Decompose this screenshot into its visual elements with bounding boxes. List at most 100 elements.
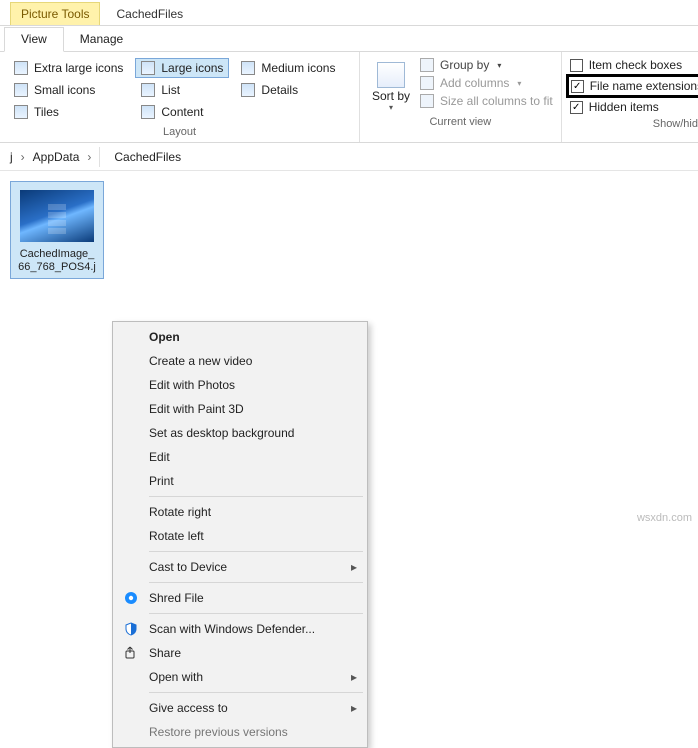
group-by-icon bbox=[420, 58, 434, 72]
large-icons-icon bbox=[141, 61, 155, 75]
menu-open-with-label: Open with bbox=[149, 670, 203, 684]
tab-strip: Picture Tools CachedFiles bbox=[0, 0, 698, 26]
layout-list[interactable]: List bbox=[135, 80, 229, 100]
group-by-button[interactable]: Group by ▾ bbox=[420, 58, 553, 72]
extra-large-icons-icon bbox=[14, 61, 28, 75]
share-icon bbox=[123, 645, 139, 661]
content-icon bbox=[141, 105, 155, 119]
layout-small-icons[interactable]: Small icons bbox=[8, 80, 129, 100]
menu-share-label: Share bbox=[149, 646, 181, 660]
hidden-items-label: Hidden items bbox=[589, 100, 659, 114]
menu-edit[interactable]: Edit bbox=[115, 445, 365, 469]
layout-small-label: Small icons bbox=[34, 83, 95, 97]
group-layout: Extra large icons Small icons Tiles Larg… bbox=[0, 52, 360, 142]
highlight-box: ✓ File name extensions bbox=[566, 74, 698, 98]
add-columns-icon bbox=[420, 76, 434, 90]
item-checkboxes-label: Item check boxes bbox=[589, 58, 682, 72]
layout-tiles[interactable]: Tiles bbox=[8, 102, 129, 122]
menu-give-access-to-label: Give access to bbox=[149, 701, 228, 715]
menu-set-as-desktop-background[interactable]: Set as desktop background bbox=[115, 421, 365, 445]
layout-large-label: Large icons bbox=[161, 61, 223, 75]
menu-scan-with-defender[interactable]: Scan with Windows Defender... bbox=[115, 617, 365, 641]
menu-rotate-right[interactable]: Rotate right bbox=[115, 500, 365, 524]
watermark: wsxdn.com bbox=[637, 512, 692, 524]
layout-extra-large-icons[interactable]: Extra large icons bbox=[8, 58, 129, 78]
menu-separator bbox=[149, 692, 363, 693]
size-columns-icon bbox=[420, 94, 434, 108]
tab-view[interactable]: View bbox=[4, 27, 64, 52]
menu-print-label: Print bbox=[149, 474, 174, 488]
menu-scan-with-defender-label: Scan with Windows Defender... bbox=[149, 622, 315, 636]
contextual-group-label: Picture Tools bbox=[10, 2, 100, 25]
list-icon bbox=[141, 83, 155, 97]
menu-set-as-desktop-background-label: Set as desktop background bbox=[149, 426, 294, 440]
sort-by-button[interactable]: Sort by ▾ bbox=[368, 58, 414, 112]
menu-edit-with-photos-label: Edit with Photos bbox=[149, 378, 235, 392]
shred-icon bbox=[123, 590, 139, 606]
menu-separator bbox=[149, 613, 363, 614]
breadcrumb-seg-2[interactable]: AppData bbox=[29, 148, 84, 166]
ribbon: Extra large icons Small icons Tiles Larg… bbox=[0, 52, 698, 143]
chevron-right-icon[interactable]: › bbox=[19, 150, 27, 164]
menu-create-new-video[interactable]: Create a new video bbox=[115, 349, 365, 373]
menu-edit-label: Edit bbox=[149, 450, 170, 464]
menu-edit-with-paint-3d[interactable]: Edit with Paint 3D bbox=[115, 397, 365, 421]
layout-medium-icons[interactable]: Medium icons bbox=[235, 58, 341, 78]
breadcrumb-seg-3[interactable]: CachedFiles bbox=[110, 148, 185, 166]
menu-restore-previous-versions[interactable]: Restore previous versions bbox=[115, 720, 365, 744]
breadcrumb-seg-1[interactable]: j bbox=[6, 148, 17, 166]
submenu-arrow-icon: ▸ bbox=[351, 701, 357, 715]
layout-extra-large-label: Extra large icons bbox=[34, 61, 123, 75]
medium-icons-icon bbox=[241, 61, 255, 75]
group-current-view: Sort by ▾ Group by ▾ Add columns ▾ Size al… bbox=[360, 52, 562, 142]
menu-shred-file-label: Shred File bbox=[149, 591, 204, 605]
menu-edit-with-paint-3d-label: Edit with Paint 3D bbox=[149, 402, 244, 416]
menu-create-new-video-label: Create a new video bbox=[149, 354, 252, 368]
add-columns-button: Add columns ▾ bbox=[420, 76, 553, 90]
chevron-right-icon[interactable]: › bbox=[85, 150, 93, 164]
layout-medium-label: Medium icons bbox=[261, 61, 335, 75]
file-name-extensions-toggle[interactable]: ✓ File name extensions bbox=[571, 79, 698, 93]
menu-separator bbox=[149, 551, 363, 552]
hidden-items-toggle[interactable]: ✓ Hidden items bbox=[570, 100, 698, 114]
size-all-columns-label: Size all columns to fit bbox=[440, 94, 553, 108]
window-title: CachedFiles bbox=[100, 3, 199, 25]
menu-give-access-to[interactable]: Give access to ▸ bbox=[115, 696, 365, 720]
file-item[interactable]: CachedImage_ 66_768_POS4.j bbox=[10, 181, 104, 279]
chevron-down-icon: ▾ bbox=[517, 79, 521, 88]
menu-edit-with-photos[interactable]: Edit with Photos bbox=[115, 373, 365, 397]
menu-open-label: Open bbox=[149, 330, 180, 344]
chevron-down-icon: ▾ bbox=[497, 61, 501, 70]
layout-content[interactable]: Content bbox=[135, 102, 229, 122]
menu-shred-file[interactable]: Shred File bbox=[115, 586, 365, 610]
checkbox-unchecked-icon bbox=[570, 59, 583, 72]
menu-open[interactable]: Open bbox=[115, 325, 365, 349]
context-menu: Open Create a new video Edit with Photos… bbox=[112, 321, 368, 748]
checkbox-checked-icon: ✓ bbox=[571, 80, 584, 93]
ribbon-tabs: View Manage bbox=[0, 26, 698, 52]
group-current-view-title: Current view bbox=[368, 112, 553, 130]
item-checkboxes-toggle[interactable]: Item check boxes bbox=[570, 58, 698, 72]
layout-large-icons[interactable]: Large icons bbox=[135, 58, 229, 78]
menu-share[interactable]: Share bbox=[115, 641, 365, 665]
details-icon bbox=[241, 83, 255, 97]
layout-details[interactable]: Details bbox=[235, 80, 341, 100]
shield-icon bbox=[123, 621, 139, 637]
menu-cast-to-device[interactable]: Cast to Device▸ bbox=[115, 555, 365, 579]
sort-by-label: Sort by bbox=[372, 90, 410, 103]
file-name-line2: 66_768_POS4.j bbox=[13, 261, 101, 274]
tab-manage[interactable]: Manage bbox=[64, 28, 139, 51]
layout-list-label: List bbox=[161, 83, 180, 97]
group-by-label: Group by bbox=[440, 58, 489, 72]
menu-separator bbox=[149, 496, 363, 497]
checkbox-checked-icon: ✓ bbox=[570, 101, 583, 114]
file-name-line1: CachedImage_ bbox=[13, 248, 101, 261]
breadcrumb: j › AppData › CachedFiles bbox=[0, 143, 698, 171]
menu-cast-to-device-label: Cast to Device bbox=[149, 560, 227, 574]
add-columns-label: Add columns bbox=[440, 76, 509, 90]
menu-open-with[interactable]: Open with▸ bbox=[115, 665, 365, 689]
layout-details-label: Details bbox=[261, 83, 298, 97]
menu-print[interactable]: Print bbox=[115, 469, 365, 493]
menu-rotate-right-label: Rotate right bbox=[149, 505, 211, 519]
menu-separator bbox=[149, 582, 363, 583]
